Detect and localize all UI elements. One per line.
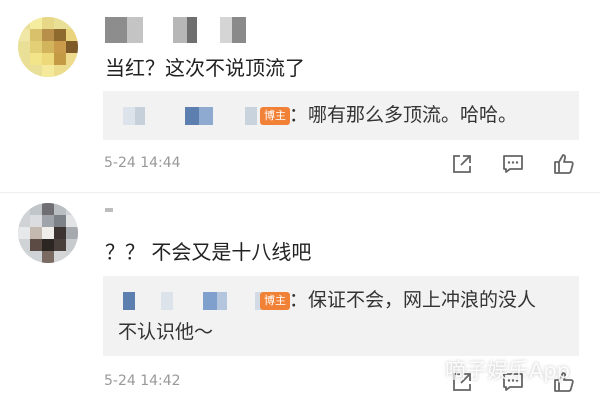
reply-text: ：保证不会，网上冲浪的没人 — [289, 289, 537, 311]
watermark-text: 嘀子娱乐App — [445, 359, 571, 383]
username-mosaic[interactable] — [105, 206, 275, 232]
comment-text: ？？ 不会又是十八线吧 — [105, 240, 312, 264]
reply-box[interactable]: 博主 ：保证不会，网上冲浪的没人 不认识他～ — [103, 276, 579, 356]
author-badge: 博主 — [260, 107, 290, 125]
divider — [0, 192, 600, 193]
username-mosaic[interactable] — [105, 17, 275, 43]
reply-username-mosaic — [123, 107, 263, 125]
comment-text: 当红？这次不说顶流了 — [105, 56, 305, 80]
user-avatar[interactable] — [18, 203, 78, 263]
reply-text: ：哪有那么多顶流。哈哈。 — [289, 104, 518, 126]
like-icon[interactable] — [552, 152, 576, 176]
timestamp: 5-24 14:42 — [104, 373, 181, 389]
action-bar — [450, 152, 580, 178]
timestamp: 5-24 14:44 — [104, 155, 181, 171]
comment-icon[interactable] — [501, 152, 525, 176]
user-avatar[interactable] — [18, 17, 78, 77]
share-icon[interactable] — [450, 152, 474, 176]
author-badge: 博主 — [260, 292, 290, 310]
reply-box[interactable]: 博主 ：哪有那么多顶流。哈哈。 — [103, 91, 579, 140]
reply-text: 不认识他～ — [118, 321, 214, 343]
reply-username-mosaic — [123, 292, 265, 310]
